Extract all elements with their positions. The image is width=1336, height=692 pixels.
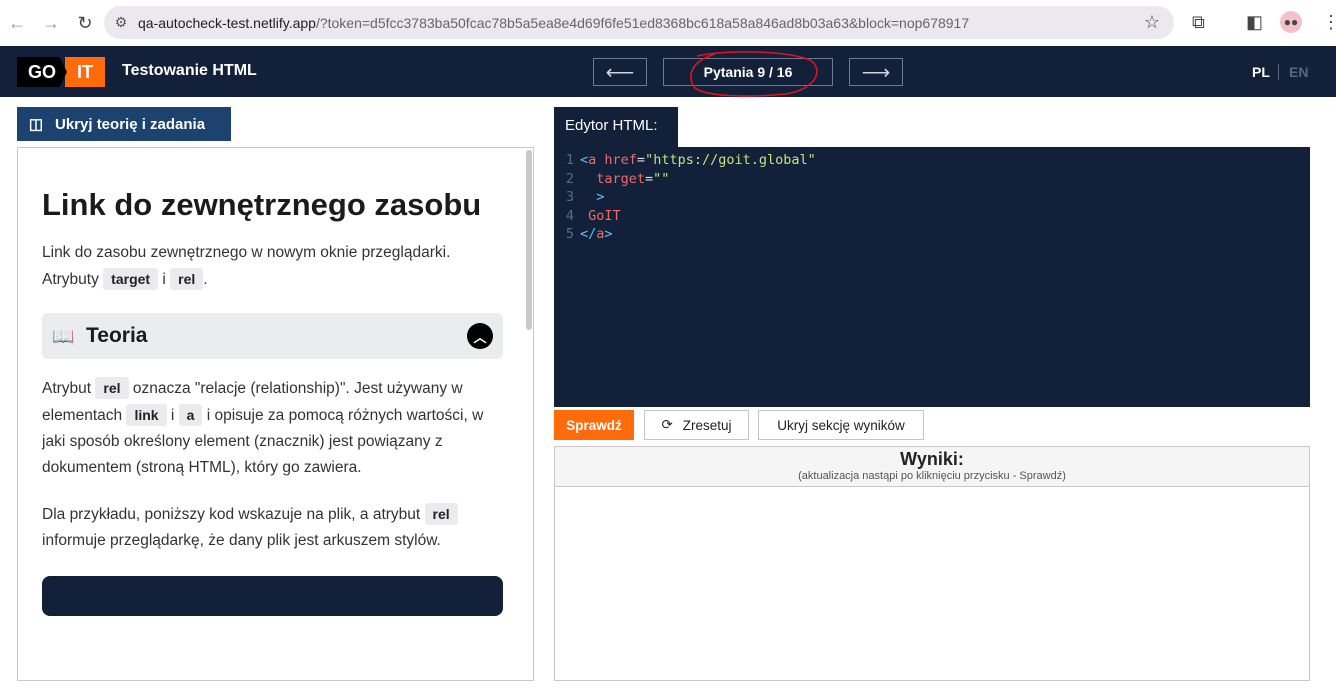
code-chip: rel: [170, 268, 204, 290]
app-header: GO IT Testowanie HTML ⟵ Pytania 9 / 16 ⟶…: [0, 46, 1336, 97]
book-icon: 📖: [52, 325, 75, 346]
code-line: 3 >: [554, 189, 1310, 208]
reset-button[interactable]: ⟳ Zresetuj: [644, 410, 749, 440]
code-line: 4 GoIT: [554, 208, 1310, 227]
results-panel: Wyniki: (aktualizacja nastąpi po kliknię…: [554, 446, 1310, 681]
html-editor[interactable]: 1 < a href = "https://goit.global" 2 target =…: [554, 147, 1310, 407]
text: .: [203, 271, 208, 288]
code-chip: link: [126, 404, 167, 426]
profile-avatar[interactable]: ●●: [1280, 11, 1302, 33]
forward-icon[interactable]: →: [34, 13, 68, 34]
token: GoIT: [580, 207, 621, 224]
token: a: [588, 152, 597, 168]
logo-go: GO: [17, 57, 67, 87]
line-number: 1: [565, 152, 574, 168]
extensions-icon[interactable]: ⧉: [1192, 12, 1205, 33]
token: =: [636, 152, 646, 168]
hide-theory-button[interactable]: ◫ Ukryj teorię i zadania: [17, 107, 231, 141]
lesson-title: Link do zewnętrznego zasobu: [42, 187, 482, 222]
line-number: 2: [565, 170, 574, 187]
chevron-up-icon[interactable]: ︿: [467, 323, 493, 349]
site-settings-icon[interactable]: ⚙: [104, 14, 138, 31]
code-line: 2 target = "": [554, 171, 1310, 190]
theory-paragraph-1: Atrybut rel oznacza "relacje (relationsh…: [42, 375, 503, 481]
text: Atrybut: [42, 380, 96, 397]
text: i: [166, 407, 179, 424]
code-chip: rel: [95, 377, 129, 399]
token: <: [580, 152, 589, 168]
intro-paragraph: Link do zasobu zewnętrznego w nowym okni…: [42, 240, 503, 293]
url-path: /?token=d5fcc3783ba50fcac78b5a5ea8e4d69f…: [315, 14, 970, 31]
side-panel-icon[interactable]: ◧: [1246, 12, 1263, 33]
results-header: Wyniki: (aktualizacja nastąpi po kliknię…: [555, 447, 1309, 487]
question-count-text: Pytania 9 / 16: [703, 64, 793, 80]
results-subtitle: (aktualizacja nastąpi po kliknięciu przy…: [798, 470, 1066, 482]
token: =: [645, 170, 654, 187]
book-layout-icon: ◫: [28, 116, 44, 133]
results-title: Wyniki:: [900, 449, 964, 469]
refresh-icon: ⟳: [661, 417, 673, 432]
token: a: [596, 226, 605, 242]
theory-panel: Link do zewnętrznego zasobu Link do zaso…: [17, 147, 534, 681]
editor-tab: Edytor HTML:: [554, 107, 678, 147]
browser-toolbar: ← → ↻ ⚙ qa-autocheck-test.netlify.app/?t…: [0, 0, 1336, 46]
address-bar[interactable]: ⚙ qa-autocheck-test.netlify.app/?token=d…: [104, 6, 1174, 39]
hide-theory-label: Ukryj teorię i zadania: [55, 115, 206, 133]
token: >: [580, 189, 605, 205]
bookmark-star-icon[interactable]: ☆: [1144, 12, 1160, 33]
token: "": [653, 170, 670, 187]
app-title: Testowanie HTML: [122, 62, 257, 79]
reset-label: Zresetuj: [682, 417, 732, 433]
token: href: [596, 152, 637, 168]
scrollbar[interactable]: [526, 150, 532, 330]
lang-pl[interactable]: PL: [1252, 64, 1279, 80]
line-number: 4: [565, 207, 574, 224]
token: >: [604, 226, 613, 242]
code-line: 1 < a href = "https://goit.global": [554, 152, 1310, 171]
url-domain: qa-autocheck-test.netlify.app: [138, 14, 316, 31]
question-counter: Pytania 9 / 16: [663, 58, 833, 86]
goit-logo: GO IT: [17, 57, 105, 87]
lang-en[interactable]: EN: [1289, 64, 1308, 80]
reload-icon[interactable]: ↻: [68, 13, 102, 34]
section-title: Teoria: [86, 324, 148, 347]
line-number: 5: [565, 226, 574, 242]
back-icon[interactable]: ←: [0, 13, 34, 34]
logo-it: IT: [65, 57, 105, 87]
text: informuje przeglądarkę, że dany plik jes…: [42, 532, 441, 549]
text: i: [158, 271, 171, 288]
code-line: 5 </a >: [554, 226, 1310, 245]
token: "https://goit.global": [645, 152, 816, 168]
code-example-block: [42, 576, 503, 616]
theory-section-header[interactable]: 📖 Teoria ︿: [42, 313, 503, 359]
code-chip: target: [103, 268, 159, 290]
hide-results-button[interactable]: Ukryj sekcję wyników: [758, 410, 924, 440]
line-number: 3: [565, 189, 574, 205]
code-chip: rel: [424, 503, 458, 525]
token: </: [580, 226, 597, 242]
arrow-left-icon: ⟵: [605, 61, 635, 84]
code-chip: a: [178, 404, 203, 426]
check-button[interactable]: Sprawdź: [554, 410, 634, 440]
prev-question-button[interactable]: ⟵: [593, 58, 647, 86]
text: Dla przykładu, poniższy kod wskazuje na …: [42, 506, 425, 523]
next-question-button[interactable]: ⟶: [849, 58, 903, 86]
menu-icon[interactable]: ⋮: [1322, 12, 1336, 33]
token: target: [580, 170, 646, 187]
arrow-right-icon: ⟶: [861, 61, 891, 84]
theory-paragraph-2: Dla przykładu, poniższy kod wskazuje na …: [42, 501, 503, 554]
